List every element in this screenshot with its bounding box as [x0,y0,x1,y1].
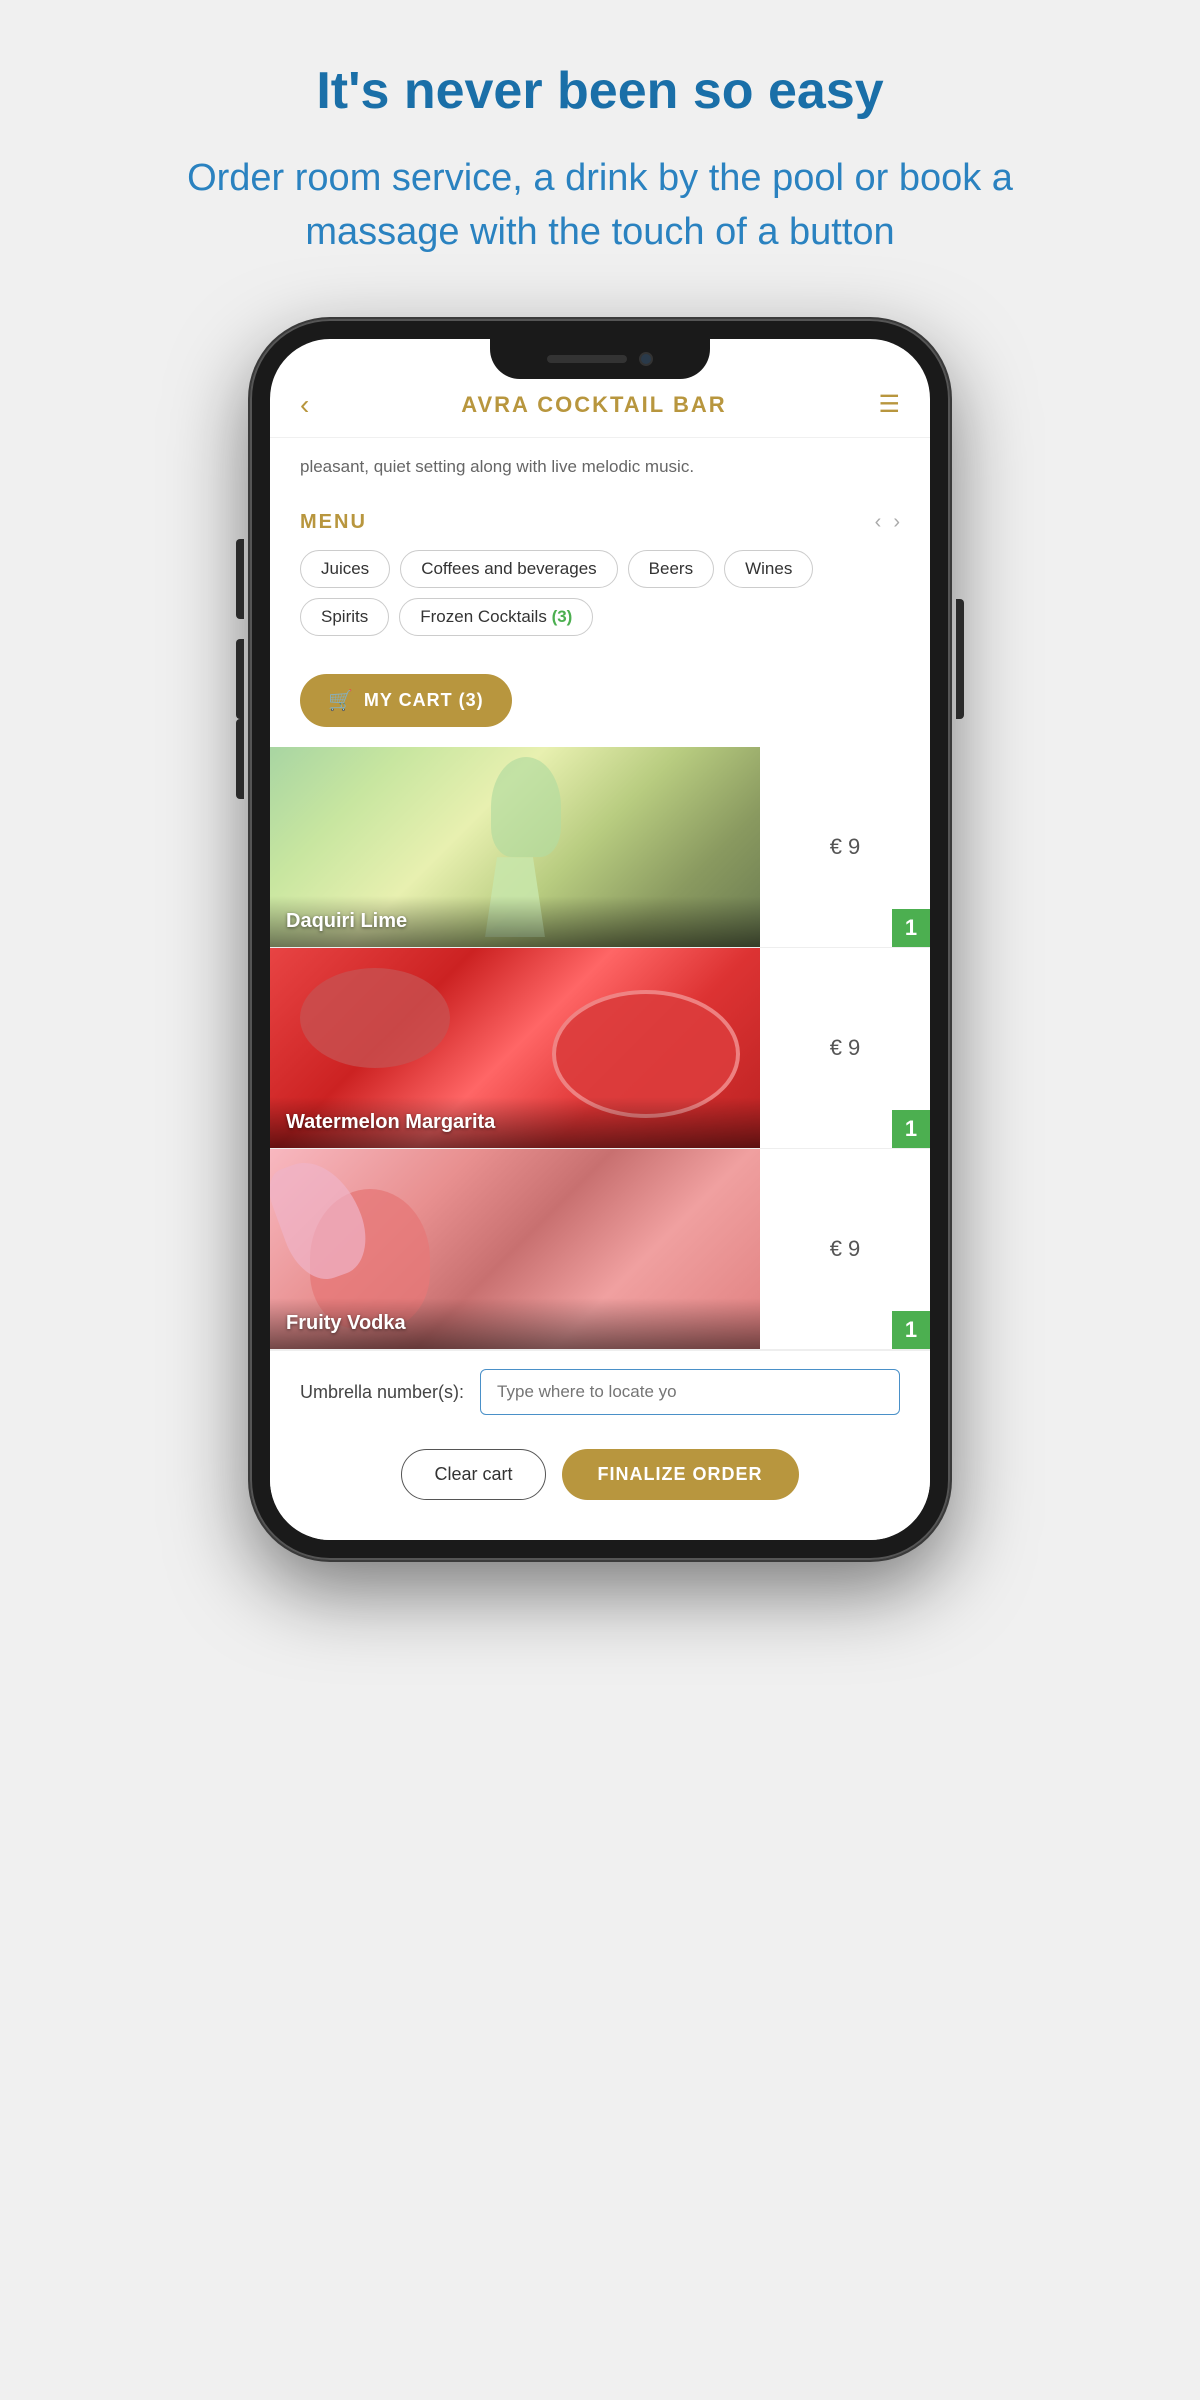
cart-icon: 🛒 [328,688,354,713]
category-beers[interactable]: Beers [628,550,714,588]
item-price-watermelon: € 9 [830,1035,861,1061]
category-juices[interactable]: Juices [300,550,390,588]
finalize-order-button[interactable]: FINALIZE ORDER [562,1449,799,1500]
phone-notch [490,339,710,379]
item-qty-daquiri: 1 [892,909,930,947]
page-headline: It's never been so easy [316,60,883,122]
item-name-daquiri: Daquiri Lime [286,910,407,932]
next-arrow-icon[interactable]: › [893,511,900,534]
phone-shell: ‹ AVRA COCKTAIL BAR ☰ pleasant, quiet se… [250,319,950,1561]
menu-item-fruity[interactable]: Fruity Vodka € 9 1 [270,1149,930,1350]
umbrella-label: Umbrella number(s): [300,1382,464,1403]
category-coffees[interactable]: Coffees and beverages [400,550,617,588]
cart-button-label: MY CART (3) [364,690,484,711]
category-pills: Juices Coffees and beverages Beers Wines… [300,550,900,648]
umbrella-input[interactable] [480,1369,900,1415]
menu-item-watermelon[interactable]: Watermelon Margarita € 9 1 [270,948,930,1149]
item-name-watermelon: Watermelon Margarita [286,1111,495,1133]
bar-name: AVRA COCKTAIL BAR [461,392,726,418]
item-price-fruity: € 9 [830,1236,861,1262]
menu-nav-arrows: ‹ › [875,511,900,534]
phone-screen: ‹ AVRA COCKTAIL BAR ☰ pleasant, quiet se… [270,339,930,1541]
cart-section: 🛒 MY CART (3) [270,660,930,747]
item-overlay-fruity: Fruity Vodka [270,1298,760,1349]
item-qty-watermelon: 1 [892,1110,930,1148]
item-img-daquiri: Daquiri Lime [270,747,760,947]
clear-cart-button[interactable]: Clear cart [401,1449,545,1500]
menu-section: MENU ‹ › Juices Coffees and beverages Be… [270,495,930,660]
action-buttons: Clear cart FINALIZE ORDER [270,1433,930,1540]
cart-button[interactable]: 🛒 MY CART (3) [300,674,512,727]
prev-arrow-icon[interactable]: ‹ [875,511,882,534]
menu-header: MENU ‹ › [300,511,900,534]
notch-speaker [547,355,627,363]
item-img-fruity: Fruity Vodka [270,1149,760,1349]
phone-mockup: ‹ AVRA COCKTAIL BAR ☰ pleasant, quiet se… [250,319,950,2019]
menu-items: Daquiri Lime € 9 1 Watermelon Margarita [270,747,930,1350]
frozen-cocktails-badge: (3) [552,607,573,626]
bar-description: pleasant, quiet setting along with live … [270,438,930,496]
category-spirits[interactable]: Spirits [300,598,389,636]
menu-icon[interactable]: ☰ [878,390,900,419]
item-overlay-daquiri: Daquiri Lime [270,896,760,947]
menu-item-daquiri[interactable]: Daquiri Lime € 9 1 [270,747,930,948]
item-overlay-watermelon: Watermelon Margarita [270,1097,760,1148]
category-wines[interactable]: Wines [724,550,813,588]
back-icon[interactable]: ‹ [300,389,309,421]
item-price-daquiri: € 9 [830,834,861,860]
category-frozen-cocktails[interactable]: Frozen Cocktails (3) [399,598,593,636]
umbrella-section: Umbrella number(s): [270,1350,930,1433]
notch-camera [639,352,653,366]
page-subtitle: Order room service, a drink by the pool … [150,152,1050,258]
item-img-watermelon: Watermelon Margarita [270,948,760,1148]
item-qty-fruity: 1 [892,1311,930,1349]
menu-label: MENU [300,511,367,534]
item-name-fruity: Fruity Vodka [286,1312,406,1334]
